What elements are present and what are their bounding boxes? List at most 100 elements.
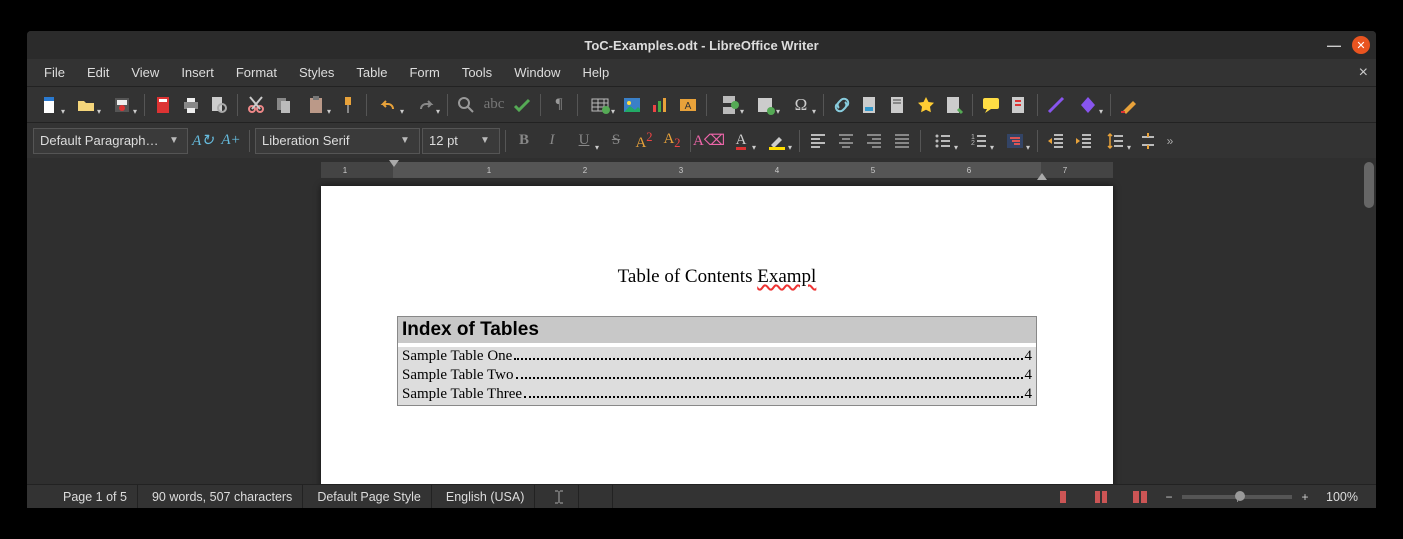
menu-table[interactable]: Table: [345, 61, 398, 84]
align-left-button[interactable]: [805, 128, 831, 154]
copy-button[interactable]: [271, 92, 297, 118]
update-style-button[interactable]: A↻: [190, 128, 216, 154]
status-page[interactable]: Page 1 of 5: [53, 485, 138, 508]
formatting-marks-button[interactable]: ¶: [546, 92, 572, 118]
menu-styles[interactable]: Styles: [288, 61, 345, 84]
insert-special-char-button[interactable]: Ω: [784, 92, 818, 118]
insert-hyperlink-button[interactable]: [829, 92, 855, 118]
menu-format[interactable]: Format: [225, 61, 288, 84]
bold-button[interactable]: B: [511, 128, 537, 154]
menu-view[interactable]: View: [120, 61, 170, 84]
insert-text-box-button[interactable]: A: [675, 92, 701, 118]
numbered-list-button[interactable]: 12: [962, 128, 996, 154]
undo-button[interactable]: [372, 92, 406, 118]
strikethrough-button[interactable]: S: [603, 128, 629, 154]
show-draw-functions-button[interactable]: [1116, 92, 1142, 118]
status-zoom-value[interactable]: 100%: [1316, 485, 1368, 508]
status-view-single-page[interactable]: [1046, 485, 1080, 508]
clone-formatting-button[interactable]: [335, 92, 361, 118]
bullet-list-button[interactable]: [926, 128, 960, 154]
menu-tools[interactable]: Tools: [451, 61, 503, 84]
align-center-button[interactable]: [833, 128, 859, 154]
chevron-down-icon[interactable]: ▼: [477, 135, 493, 146]
find-replace-button[interactable]: [453, 92, 479, 118]
zoom-in-button[interactable]: +: [1298, 490, 1312, 504]
window-minimize-button[interactable]: ―: [1326, 37, 1342, 53]
insert-comment-button[interactable]: [978, 92, 1004, 118]
increase-indent-button[interactable]: [1043, 128, 1069, 154]
print-preview-button[interactable]: [206, 92, 232, 118]
insert-line-button[interactable]: [1043, 92, 1069, 118]
zoom-out-button[interactable]: −: [1162, 490, 1176, 504]
toolbar-overflow-button[interactable]: »: [1163, 128, 1177, 154]
increase-para-spacing-button[interactable]: [1135, 128, 1161, 154]
highlight-color-button[interactable]: [760, 128, 794, 154]
spellcheck-auto-button[interactable]: [509, 92, 535, 118]
vertical-scrollbar[interactable]: [1364, 162, 1374, 480]
document-page[interactable]: Table of Contents Exampl Index of Tables…: [321, 186, 1113, 484]
status-language[interactable]: English (USA): [436, 485, 536, 508]
font-color-button[interactable]: A: [724, 128, 758, 154]
horizontal-ruler[interactable]: 1 1 2 3 4 5 6 7: [321, 162, 1113, 178]
menu-form[interactable]: Form: [398, 61, 450, 84]
outline-list-button[interactable]: [998, 128, 1032, 154]
status-wordcount[interactable]: 90 words, 507 characters: [142, 485, 303, 508]
menu-edit[interactable]: Edit: [76, 61, 120, 84]
status-page-style[interactable]: Default Page Style: [307, 485, 432, 508]
close-document-button[interactable]: ×: [1359, 64, 1368, 82]
zoom-slider[interactable]: − +: [1162, 490, 1312, 504]
insert-endnote-button[interactable]: [885, 92, 911, 118]
menu-file[interactable]: File: [33, 61, 76, 84]
insert-table-button[interactable]: [583, 92, 617, 118]
toc-entry[interactable]: Sample Table Three 4: [402, 385, 1032, 404]
document-modified-icon[interactable]: [35, 490, 49, 504]
open-button[interactable]: [69, 92, 103, 118]
insert-field-button[interactable]: [748, 92, 782, 118]
chevron-down-icon[interactable]: ▼: [397, 135, 413, 146]
insert-cross-ref-button[interactable]: [941, 92, 967, 118]
menu-window[interactable]: Window: [503, 61, 571, 84]
decrease-indent-button[interactable]: [1071, 128, 1097, 154]
align-justify-button[interactable]: [889, 128, 915, 154]
align-right-button[interactable]: [861, 128, 887, 154]
track-changes-button[interactable]: [1006, 92, 1032, 118]
underline-button[interactable]: U: [567, 128, 601, 154]
cut-button[interactable]: [243, 92, 269, 118]
italic-button[interactable]: I: [539, 128, 565, 154]
superscript-button[interactable]: A2: [631, 128, 657, 154]
insert-bookmark-button[interactable]: [913, 92, 939, 118]
status-view-multi-page[interactable]: [1084, 485, 1118, 508]
line-spacing-button[interactable]: [1099, 128, 1133, 154]
window-close-button[interactable]: ✕: [1352, 36, 1370, 54]
menu-help[interactable]: Help: [571, 61, 620, 84]
save-button[interactable]: [105, 92, 139, 118]
zoom-knob[interactable]: [1235, 491, 1245, 501]
spellcheck-button[interactable]: abc: [481, 92, 507, 118]
toc-entry[interactable]: Sample Table Two 4: [402, 366, 1032, 385]
toc-entry[interactable]: Sample Table One 4: [402, 347, 1032, 366]
insert-footnote-button[interactable]: [857, 92, 883, 118]
print-button[interactable]: [178, 92, 204, 118]
new-style-button[interactable]: A+: [218, 128, 244, 154]
menu-insert[interactable]: Insert: [170, 61, 225, 84]
export-pdf-button[interactable]: [150, 92, 176, 118]
status-view-book[interactable]: [1122, 485, 1158, 508]
insert-page-break-button[interactable]: [712, 92, 746, 118]
paste-button[interactable]: [299, 92, 333, 118]
basic-shapes-button[interactable]: [1071, 92, 1105, 118]
font-name-combo[interactable]: Liberation Serif ▼: [255, 128, 420, 154]
status-selection-mode[interactable]: [583, 485, 613, 508]
status-insert-mode[interactable]: [539, 485, 579, 508]
subscript-button[interactable]: A2: [659, 128, 685, 154]
insert-chart-button[interactable]: [647, 92, 673, 118]
index-of-tables-frame[interactable]: Index of Tables Sample Table One 4 Sampl…: [397, 316, 1037, 406]
scrollbar-thumb[interactable]: [1364, 162, 1374, 208]
clear-formatting-button[interactable]: A⌫: [696, 128, 722, 154]
paragraph-style-combo[interactable]: Default Paragraph Style ▼: [33, 128, 188, 154]
insert-image-button[interactable]: [619, 92, 645, 118]
zoom-track[interactable]: [1182, 495, 1292, 499]
font-size-combo[interactable]: 12 pt ▼: [422, 128, 500, 154]
new-document-button[interactable]: [33, 92, 67, 118]
chevron-down-icon[interactable]: ▼: [167, 135, 181, 146]
document-title[interactable]: Table of Contents Exampl: [397, 266, 1037, 288]
